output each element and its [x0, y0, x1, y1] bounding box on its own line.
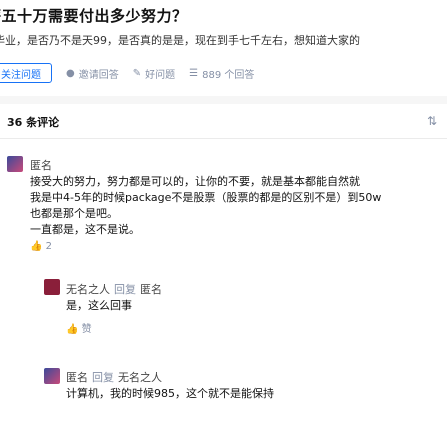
comments-header: 36 条评论 ⇅ — [0, 104, 447, 139]
invite-icon: ● — [66, 67, 75, 79]
comment-text-line: 是，这么回事 — [66, 299, 132, 312]
avatar[interactable] — [44, 279, 60, 295]
avatar[interactable] — [44, 368, 60, 384]
sort-icon[interactable]: ⇅ — [427, 114, 437, 128]
reply-label: 回复 — [92, 371, 114, 384]
avatar[interactable] — [7, 156, 23, 172]
like-button[interactable]: 👍 2 — [30, 241, 52, 252]
comment-text-line: 我是中4-5年的时候package不是股票（股票的都是的区别不是）到50w — [30, 191, 382, 204]
comment-text-line: 接受大的努力，努力都是可以的，让你的不要，就是基本都能自然就 — [30, 175, 360, 188]
comments-count: 36 条评论 — [7, 116, 60, 129]
comment-text-line: 也都是那个是吧。 — [30, 207, 118, 220]
like-count: 2 — [45, 241, 53, 252]
comment-author[interactable]: 无名之人 — [66, 283, 110, 296]
question-actions: 关注问题 ● 邀请回答 ✎ 好问题 ☰ 889 个回答 — [0, 63, 254, 83]
comment-author-line: 匿名 回复 无名之人 — [66, 369, 162, 385]
comment-author[interactable]: 匿名 — [66, 371, 88, 384]
comment-author-line: 无名之人 回复 匿名 — [66, 281, 162, 297]
invite-answer-button[interactable]: ● 邀请回答 — [66, 66, 119, 81]
question-description[interactable]: 毕业，是否乃不是天99，是否真的是是，现在到手七千左右，想知道大家的 — [0, 32, 360, 48]
like-button[interactable]: 👍 赞 — [66, 320, 92, 335]
good-question-button[interactable]: ✎ 好问题 — [133, 66, 175, 81]
comment-text-line: 计算机，我的时候985，这个就不是能保持 — [66, 387, 274, 400]
comment-text-line: 一直都是，这不是说。 — [30, 223, 140, 236]
reply-to-author[interactable]: 匿名 — [140, 283, 162, 296]
section-divider — [0, 96, 447, 104]
question-title: 薪五十万需要付出多少努力？ — [0, 7, 188, 25]
pen-icon: ✎ — [132, 67, 142, 79]
answers-count-button[interactable]: ☰ 889 个回答 — [189, 66, 254, 81]
thumbs-up-icon: 👍 — [30, 241, 43, 252]
comment-author[interactable]: 匿名 — [30, 157, 52, 173]
reply-label: 回复 — [114, 283, 136, 296]
list-icon: ☰ — [189, 67, 199, 79]
follow-question-button[interactable]: 关注问题 — [0, 63, 52, 83]
reply-to-author[interactable]: 无名之人 — [118, 371, 162, 384]
like-label: 赞 — [81, 324, 92, 335]
thumbs-up-icon: 👍 — [66, 324, 79, 335]
